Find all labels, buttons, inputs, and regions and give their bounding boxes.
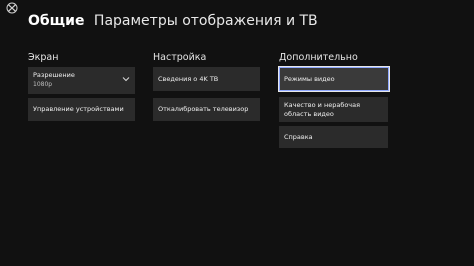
- page-title: Параметры отображения и ТВ: [93, 13, 318, 29]
- help-button[interactable]: Справка: [279, 126, 388, 148]
- device-control-label: Управление устройствами: [33, 105, 124, 113]
- settings-screen: Общие Параметры отображения и ТВ Экран Р…: [0, 0, 474, 266]
- section-title: Общие: [28, 13, 85, 29]
- column-title-screen: Экран: [28, 52, 59, 63]
- resolution-label: Разрешение: [33, 71, 75, 79]
- page-header: Общие Параметры отображения и ТВ: [28, 12, 318, 30]
- chevron-down-icon: [122, 77, 130, 82]
- video-modes-label: Режимы видео: [284, 74, 335, 83]
- device-control-button[interactable]: Управление устройствами: [28, 98, 135, 121]
- tv-details-button[interactable]: Сведения о 4K ТВ: [153, 67, 260, 91]
- column-title-setup: Настройка: [153, 52, 207, 63]
- tv-details-label: Сведения о 4K ТВ: [158, 74, 219, 83]
- xbox-logo-icon: [6, 2, 18, 14]
- calibrate-tv-label: Откалибровать телевизор: [158, 105, 249, 113]
- calibrate-tv-button[interactable]: Откалибровать телевизор: [153, 98, 260, 121]
- help-label: Справка: [284, 132, 313, 141]
- video-modes-button[interactable]: Режимы видео: [278, 66, 390, 92]
- resolution-value: 1080p: [33, 81, 53, 88]
- video-quality-overscan-label: Качество и нерабочая область видео: [284, 101, 361, 118]
- video-quality-overscan-button[interactable]: Качество и нерабочая область видео: [279, 97, 388, 122]
- column-title-advanced: Дополнительно: [279, 52, 358, 63]
- resolution-dropdown[interactable]: Разрешение 1080p: [28, 67, 135, 94]
